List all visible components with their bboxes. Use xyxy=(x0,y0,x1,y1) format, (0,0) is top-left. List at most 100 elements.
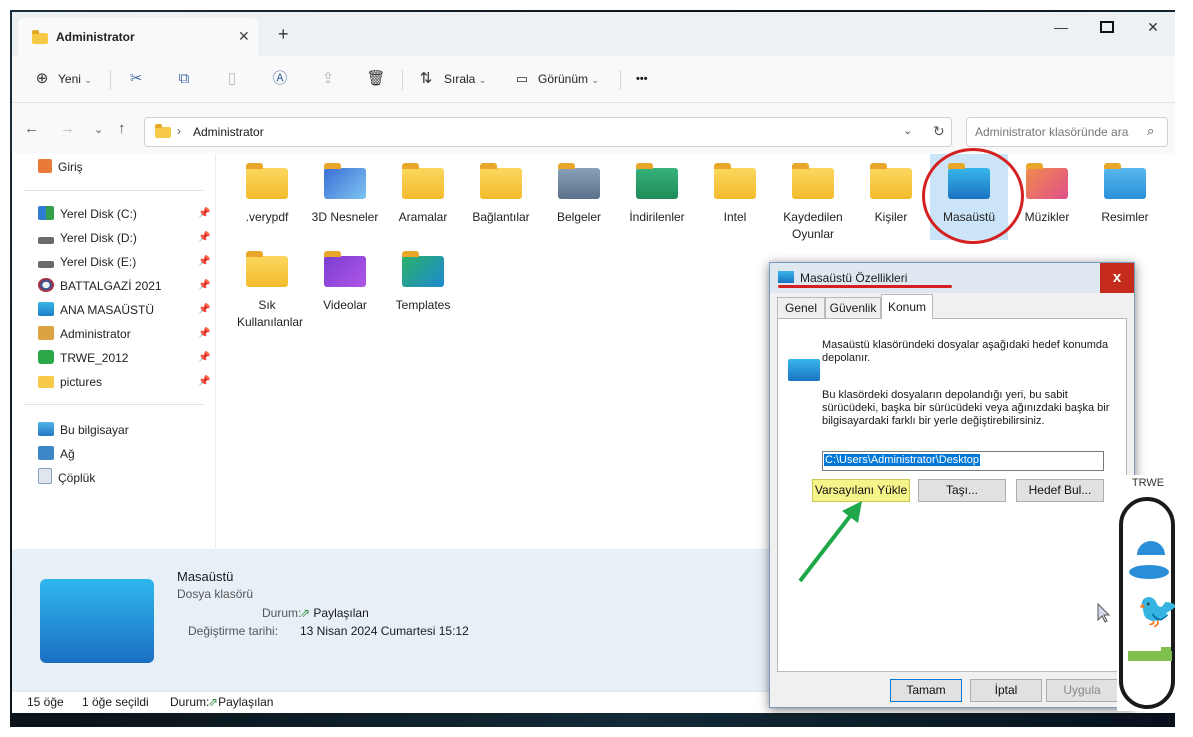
pin-icon[interactable]: 📌 xyxy=(198,256,210,267)
up-arrow-icon[interactable]: ↑ xyxy=(118,120,126,137)
folder-label: 3D Nesneler xyxy=(311,210,379,224)
arm-glyph-part xyxy=(1161,647,1171,661)
drive-icon xyxy=(38,261,54,268)
apply-button[interactable]: Uygula xyxy=(1046,679,1118,702)
back-arrow-icon[interactable]: ← xyxy=(24,120,39,137)
sidebar-item-battalgazi[interactable]: BATTALGAZİ 2021 xyxy=(38,276,162,296)
view-label: Görünüm xyxy=(538,72,589,86)
sidebar-item-label: Yerel Disk (C:) xyxy=(60,207,137,221)
address-bar[interactable]: › Administrator ⌄ ↻ xyxy=(144,117,952,147)
annotation-underline xyxy=(778,285,952,288)
paste-icon[interactable]: ▯ xyxy=(222,69,242,89)
folder-item[interactable]: Bağlantılar xyxy=(462,154,540,226)
refresh-icon[interactable]: ↻ xyxy=(933,123,945,140)
sidebar-item-trwe[interactable]: TRWE_2012 xyxy=(38,348,128,368)
sidebar-item-ana-masaustu[interactable]: ANA MASAÜSTÜ xyxy=(38,300,154,320)
cut-icon[interactable]: ✂ xyxy=(126,69,146,89)
folder-item[interactable]: Belgeler xyxy=(540,154,618,226)
folder-item[interactable]: Intel xyxy=(696,154,774,226)
folder-item[interactable]: İndirilenler xyxy=(618,154,696,226)
pin-icon[interactable]: 📌 xyxy=(198,328,210,339)
new-label: Yeni xyxy=(58,72,81,86)
details-status: ⇗ Paylaşılan xyxy=(300,606,369,620)
pin-icon[interactable]: 📌 xyxy=(198,280,210,291)
properties-dialog: Masaüstü Özellikleri x Genel Güvenlik Ko… xyxy=(769,262,1135,708)
folder-item[interactable]: 3D Nesneler xyxy=(306,154,384,226)
separator xyxy=(402,70,403,90)
folder-item[interactable]: Aramalar xyxy=(384,154,462,226)
sidebar-item-label: Yerel Disk (E:) xyxy=(60,255,137,269)
forward-arrow-icon[interactable]: → xyxy=(60,120,75,137)
folder-icon xyxy=(792,163,834,199)
sidebar-item-label: Administrator xyxy=(60,327,131,341)
tab-location[interactable]: Konum xyxy=(881,294,933,319)
find-target-button[interactable]: Hedef Bul... xyxy=(1016,479,1104,502)
share-icon[interactable]: ⇪ xyxy=(318,69,338,89)
recent-chevron-icon[interactable]: ⌄ xyxy=(94,123,103,136)
status-label: Durum: xyxy=(170,695,210,709)
sidebar-item-network[interactable]: Ağ xyxy=(38,444,75,464)
folder-item[interactable]: Sık Kullanılanlar xyxy=(228,242,306,331)
close-window-button[interactable]: ✕ xyxy=(1130,12,1176,42)
folder-item[interactable]: Videolar xyxy=(306,242,384,314)
app-icon xyxy=(38,350,54,364)
pin-icon[interactable]: 📌 xyxy=(198,376,210,387)
tab-administrator[interactable]: Administrator ✕ xyxy=(18,18,258,56)
close-tab-icon[interactable]: ✕ xyxy=(238,28,250,45)
folder-icon xyxy=(246,251,288,287)
maximize-button[interactable] xyxy=(1084,12,1130,42)
folder-item[interactable]: Kaydedilen Oyunlar xyxy=(774,154,852,243)
delete-icon[interactable]: 🗑 xyxy=(366,69,386,89)
new-button[interactable]: Yeni ⌄ xyxy=(58,66,92,92)
tab-security[interactable]: Güvenlik xyxy=(825,297,881,318)
move-button[interactable]: Taşı... xyxy=(918,479,1006,502)
semicircle-glyph-icon xyxy=(1137,541,1165,555)
cancel-button[interactable]: İptal xyxy=(970,679,1042,702)
sidebar-item-disk-d[interactable]: Yerel Disk (D:) xyxy=(38,228,137,248)
sidebar-item-recycle-bin[interactable]: Çöplük xyxy=(38,468,95,488)
status-value: ⇗Paylaşılan xyxy=(208,695,273,709)
new-tab-button[interactable]: + xyxy=(278,24,289,45)
add-icon: ⊕ xyxy=(35,70,49,87)
folder-item[interactable]: Resimler xyxy=(1086,154,1164,226)
sidebar-item-administrator[interactable]: Administrator xyxy=(38,324,131,344)
sidebar-item-this-pc[interactable]: Bu bilgisayar xyxy=(38,420,129,440)
search-icon[interactable]: ⌕ xyxy=(1147,123,1154,139)
sidebar-item-label: pictures xyxy=(60,375,103,389)
rename-icon[interactable]: Ⓐ xyxy=(270,69,290,89)
tab-general[interactable]: Genel xyxy=(777,297,825,318)
sidebar-item-disk-e[interactable]: Yerel Disk (E:) xyxy=(38,252,136,272)
cartouche-frame: 🐦 xyxy=(1119,497,1179,709)
pin-icon[interactable]: 📌 xyxy=(198,208,210,219)
folder-label: İndirilenler xyxy=(629,210,685,224)
dialog-close-button[interactable]: x xyxy=(1100,263,1134,293)
location-help-text: Bu klasördeki dosyaların depolandığı yer… xyxy=(822,389,1110,427)
folder-item[interactable]: Templates xyxy=(384,242,462,314)
downloads-icon xyxy=(636,163,678,199)
folder-item[interactable]: .verypdf xyxy=(228,154,306,226)
tab-title: Administrator xyxy=(56,30,135,44)
pin-icon[interactable]: 📌 xyxy=(198,304,210,315)
pin-icon[interactable]: 📌 xyxy=(198,232,210,243)
sidebar-item-home[interactable]: Giriş xyxy=(38,157,83,177)
windows-drive-icon xyxy=(38,206,54,220)
pin-icon[interactable]: 📌 xyxy=(198,352,210,363)
minimize-button[interactable]: — xyxy=(1038,12,1084,42)
view-button[interactable]: Görünüm ⌄ xyxy=(538,66,599,92)
folder-icon xyxy=(480,163,522,199)
sort-button[interactable]: Sırala ⌄ xyxy=(444,66,486,92)
more-options-button[interactable]: ••• xyxy=(636,66,648,92)
sidebar-item-label: Yerel Disk (D:) xyxy=(60,231,137,245)
search-input[interactable]: Administrator klasöründe ara ⌕ xyxy=(966,117,1168,147)
location-path-input[interactable]: C:\Users\Administrator\Desktop xyxy=(822,451,1104,471)
sidebar-item-disk-c[interactable]: Yerel Disk (C:) xyxy=(38,204,137,224)
folder-label: Videolar xyxy=(323,298,367,312)
mouse-cursor-icon xyxy=(1097,603,1111,623)
sidebar-item-pictures[interactable]: pictures xyxy=(38,372,102,392)
folder-item[interactable]: Kişiler xyxy=(852,154,930,226)
copy-icon[interactable]: ⧉ xyxy=(174,69,194,89)
history-chevron-icon[interactable]: ⌄ xyxy=(903,124,912,137)
divider xyxy=(24,190,204,191)
ok-button[interactable]: Tamam xyxy=(890,679,962,702)
breadcrumb[interactable]: Administrator xyxy=(193,125,264,139)
